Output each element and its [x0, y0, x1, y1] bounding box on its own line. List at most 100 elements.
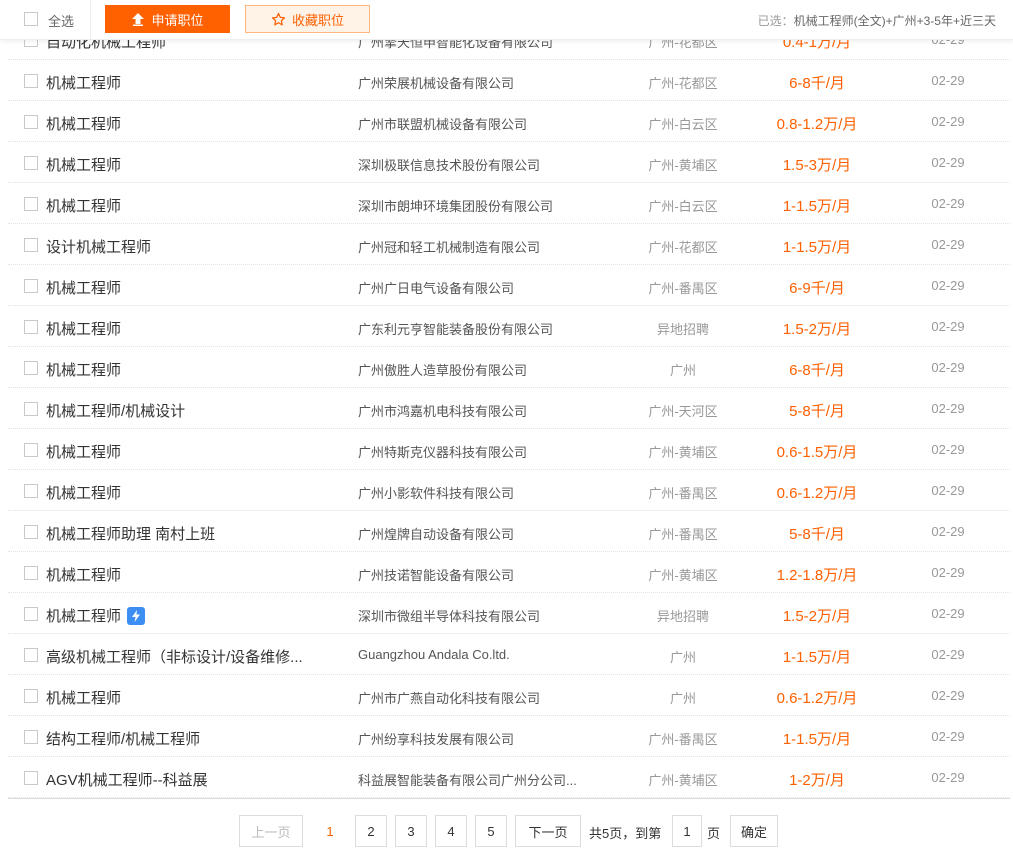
- job-checkbox[interactable]: [24, 115, 38, 129]
- job-row: 高级机械工程师（非标设计/设备维修... Guangzhou Andala Co.…: [8, 634, 1010, 675]
- selected-filters-label: 已选：: [757, 14, 794, 28]
- job-checkbox[interactable]: [24, 730, 38, 744]
- job-salary: 5-8千/月: [789, 526, 845, 543]
- company-link[interactable]: 广州荣展机械设备有限公司: [358, 73, 514, 92]
- job-location: 异地招聘: [656, 322, 709, 337]
- job-title-text: 机械工程师: [46, 444, 122, 461]
- company-link[interactable]: Guangzhou Andala Co.ltd.: [358, 647, 510, 662]
- job-date: 02-29: [931, 196, 965, 211]
- job-title-text: 机械工程师: [46, 485, 122, 502]
- job-location: 广州-白云区: [648, 199, 718, 214]
- job-checkbox[interactable]: [24, 402, 38, 416]
- favorite-job-label: 收藏职位: [291, 12, 344, 28]
- job-checkbox[interactable]: [24, 648, 38, 662]
- job-checkbox[interactable]: [24, 156, 38, 170]
- company-link[interactable]: 广州广日电气设备有限公司: [358, 278, 514, 297]
- page-3-button[interactable]: 3: [395, 815, 427, 847]
- job-title-link[interactable]: 机械工程师: [46, 72, 121, 93]
- action-bar: 全选 申请职位 收藏职位 已选：机械工程师(全文)+广州+3-5年+近三天: [0, 0, 1013, 40]
- job-checkbox[interactable]: [24, 238, 38, 252]
- job-title-text: AGV机械工程师--科益展: [46, 772, 208, 789]
- job-checkbox[interactable]: [24, 279, 38, 293]
- company-link[interactable]: 广州煌牌自动设备有限公司: [358, 524, 514, 543]
- next-page-button[interactable]: 下一页: [515, 815, 581, 847]
- job-title-link[interactable]: 机械工程师: [46, 605, 146, 626]
- job-title-link[interactable]: 机械工程师助理 南村上班: [46, 523, 215, 544]
- company-link[interactable]: 广州冠和轻工机械制造有限公司: [358, 237, 540, 256]
- company-link[interactable]: 深圳市朗坤环境集团股份有限公司: [358, 196, 553, 215]
- job-title-link[interactable]: 机械工程师: [46, 113, 121, 134]
- job-salary: 1-1.5万/月: [782, 198, 852, 215]
- company-link[interactable]: 广东利元亨智能装备股份有限公司: [358, 319, 553, 338]
- job-checkbox[interactable]: [24, 771, 38, 785]
- job-location: 广州: [669, 363, 696, 378]
- total-pages-text: 共5页，到第: [589, 826, 662, 841]
- goto-page-input[interactable]: [672, 815, 702, 847]
- company-link[interactable]: 广州市联盟机械设备有限公司: [358, 114, 527, 133]
- select-all-label[interactable]: 全选: [48, 11, 74, 30]
- job-row: 设计机械工程师 广州冠和轻工机械制造有限公司 广州-花都区 1-1.5万/月 02-29: [8, 224, 1010, 265]
- job-salary: 0.6-1.5万/月: [776, 444, 858, 461]
- job-checkbox[interactable]: [24, 361, 38, 375]
- company-link[interactable]: 深圳极联信息技术股份有限公司: [358, 155, 540, 174]
- job-checkbox[interactable]: [24, 525, 38, 539]
- company-link[interactable]: 广州市广燕自动化科技有限公司: [358, 688, 540, 707]
- page-2-button[interactable]: 2: [355, 815, 387, 847]
- job-checkbox[interactable]: [24, 197, 38, 211]
- company-link[interactable]: 科益展智能装备有限公司广州分公司...: [358, 770, 577, 789]
- job-title-link[interactable]: 机械工程师: [46, 277, 121, 298]
- apply-job-button[interactable]: 申请职位: [105, 5, 230, 33]
- company-link[interactable]: 广州技诺智能设备有限公司: [358, 565, 514, 584]
- company-link[interactable]: 广州特斯克仪器科技有限公司: [358, 442, 527, 461]
- company-link[interactable]: 深圳市微组半导体科技有限公司: [358, 606, 540, 625]
- job-checkbox[interactable]: [24, 484, 38, 498]
- job-title-link[interactable]: 结构工程师/机械工程师: [46, 728, 200, 749]
- job-title-link[interactable]: 机械工程师: [46, 687, 121, 708]
- job-row: 结构工程师/机械工程师 广州纷享科技发展有限公司 广州-番禺区 1-1.5万/月 02-…: [8, 716, 1010, 757]
- job-date: 02-29: [931, 278, 965, 293]
- company-link[interactable]: 广州市鸿嘉机电科技有限公司: [358, 401, 527, 420]
- job-title-text: 机械工程师助理 南村上班: [46, 526, 216, 543]
- job-title-link[interactable]: 机械工程师: [46, 564, 121, 585]
- job-title-link[interactable]: 机械工程师: [46, 359, 121, 380]
- job-location: 广州-番禺区: [648, 527, 718, 542]
- job-title-link[interactable]: 机械工程师: [46, 318, 121, 339]
- job-title-link[interactable]: 高级机械工程师（非标设计/设备维修...: [46, 646, 303, 667]
- job-checkbox[interactable]: [24, 74, 38, 88]
- job-location: 广州-天河区: [648, 404, 718, 419]
- company-link[interactable]: 广州纷享科技发展有限公司: [358, 729, 514, 748]
- job-title-text: 机械工程师: [46, 280, 122, 297]
- job-title-link[interactable]: 机械工程师: [46, 154, 121, 175]
- page-1-button[interactable]: 1: [315, 815, 345, 847]
- job-checkbox[interactable]: [24, 607, 38, 621]
- select-all-checkbox[interactable]: [24, 12, 38, 26]
- job-title-link[interactable]: 机械工程师: [46, 482, 121, 503]
- favorite-job-button[interactable]: 收藏职位: [245, 5, 370, 33]
- job-row: 机械工程师助理 南村上班 广州煌牌自动设备有限公司 广州-番禺区 5-8千/月 02-2…: [8, 511, 1010, 552]
- list-divider: [8, 798, 1010, 799]
- page-4-button[interactable]: 4: [435, 815, 467, 847]
- job-title-link[interactable]: 设计机械工程师: [46, 236, 151, 257]
- job-row: 机械工程师 广州傲胜人造草股份有限公司 广州 6-8千/月 02-29: [8, 347, 1010, 388]
- selected-filters-value: 机械工程师(全文)+广州+3-5年+近三天: [793, 14, 996, 28]
- company-link[interactable]: 广州小影软件科技有限公司: [358, 483, 514, 502]
- job-checkbox[interactable]: [24, 566, 38, 580]
- job-date: 02-29: [931, 606, 965, 621]
- job-title-link[interactable]: AGV机械工程师--科益展: [46, 769, 208, 790]
- job-salary: 1-1.5万/月: [782, 239, 852, 256]
- company-link[interactable]: 广州傲胜人造草股份有限公司: [358, 360, 527, 379]
- job-row: 机械工程师 深圳市微组半导体科技有限公司 异地招聘 1.5-2万/月 02-29: [8, 593, 1010, 634]
- job-list: 自动化机械工程师广州擎天恒申智能化设备有限公司广州-花都区0.4-1万/月02-…: [8, 19, 1010, 798]
- goto-confirm-button[interactable]: 确定: [730, 815, 778, 847]
- pagination: 上一页 1 2 3 4 5 下一页 共5页，到第 页 确定: [0, 815, 1013, 849]
- job-checkbox[interactable]: [24, 443, 38, 457]
- job-title-link[interactable]: 机械工程师: [46, 195, 121, 216]
- prev-page-button[interactable]: 上一页: [239, 815, 303, 847]
- job-checkbox[interactable]: [24, 320, 38, 334]
- job-title-link[interactable]: 机械工程师/机械设计: [46, 400, 185, 421]
- page-5-button[interactable]: 5: [475, 815, 507, 847]
- job-title-link[interactable]: 机械工程师: [46, 441, 121, 462]
- job-location: 广州-番禺区: [648, 486, 718, 501]
- job-title-text: 结构工程师/机械工程师: [46, 731, 201, 748]
- job-checkbox[interactable]: [24, 689, 38, 703]
